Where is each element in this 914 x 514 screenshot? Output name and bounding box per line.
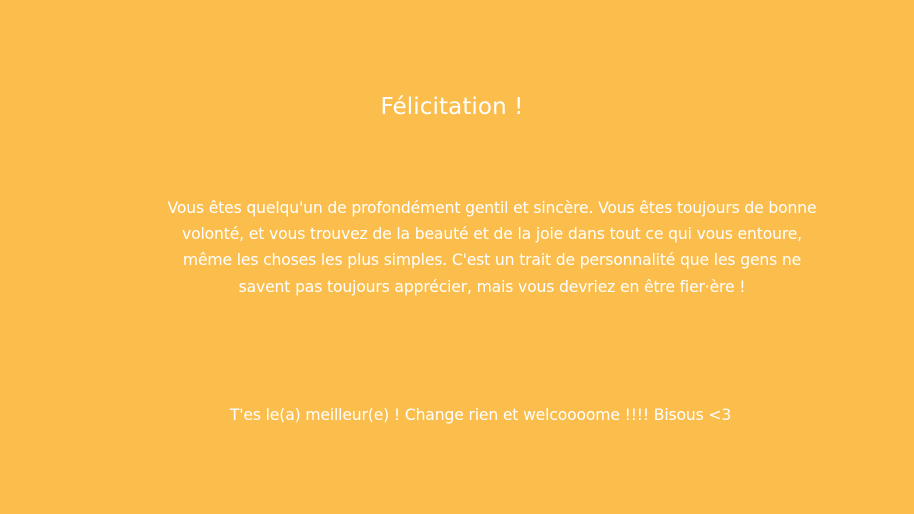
closing-message: T'es le(a) meilleur(e) ! Change rien et … xyxy=(229,406,732,424)
message-line: savent pas toujours apprécier, mais vous… xyxy=(238,277,746,296)
message-line: même les choses les plus simples. C'est … xyxy=(182,251,802,270)
personality-message: Vous êtes quelqu'un de profondément gent… xyxy=(140,195,844,300)
message-line: volonté, et vous trouvez de la beauté et… xyxy=(181,225,802,244)
page-title: Félicitation ! xyxy=(380,94,524,120)
message-line: Vous êtes quelqu'un de profondément gent… xyxy=(167,199,817,217)
